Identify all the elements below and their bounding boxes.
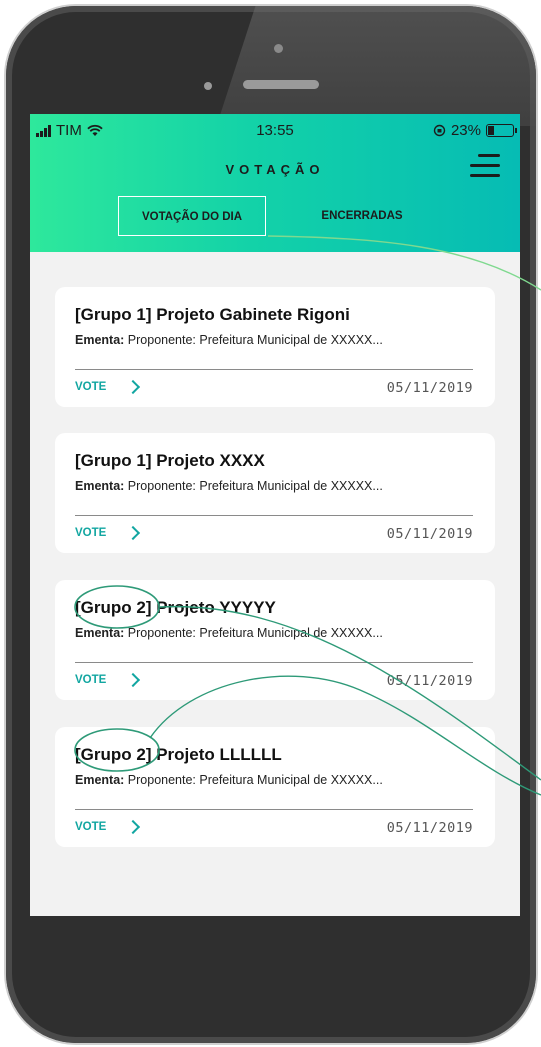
status-bar: TIM 13:55 23% <box>30 120 520 144</box>
earpiece-speaker <box>243 80 319 89</box>
project-date: 05/11/2019 <box>386 820 473 836</box>
chevron-right-icon <box>126 819 141 835</box>
project-date: 05/11/2019 <box>386 380 473 396</box>
phone-glare <box>216 6 536 126</box>
project-ementa: Ementa: Proponente: Prefeitura Municipal… <box>75 479 383 493</box>
project-date: 05/11/2019 <box>386 526 473 542</box>
orientation-lock-icon <box>433 124 446 137</box>
vote-button[interactable]: VOTE <box>75 379 141 395</box>
project-title: [Grupo 1] Projeto Gabinete Rigoni <box>75 305 350 324</box>
chevron-right-icon <box>126 525 141 541</box>
battery-icon <box>486 124 517 137</box>
project-ementa: Ementa: Proponente: Prefeitura Municipal… <box>75 333 383 347</box>
project-card[interactable]: [Grupo 2] Projeto YYYYY Ementa: Proponen… <box>55 580 495 700</box>
tab-votacao-do-dia[interactable]: VOTAÇÃO DO DIA <box>118 196 266 236</box>
app-screen: TIM 13:55 23% VOTAÇÃO VOTAÇÃO DO DIA ENC… <box>30 114 520 916</box>
hamburger-menu-icon[interactable] <box>470 154 500 178</box>
proximity-sensor <box>204 82 212 90</box>
vote-button[interactable]: VOTE <box>75 819 141 835</box>
page-title: VOTAÇÃO <box>225 162 325 177</box>
app-header: TIM 13:55 23% VOTAÇÃO VOTAÇÃO DO DIA ENC… <box>30 114 520 252</box>
front-camera <box>274 44 283 53</box>
chevron-right-icon <box>126 672 141 688</box>
vote-button[interactable]: VOTE <box>75 672 141 688</box>
project-title: [Grupo 2] Projeto YYYYY <box>75 598 276 617</box>
divider <box>75 369 473 370</box>
chevron-right-icon <box>126 379 141 395</box>
project-title: [Grupo 2] Projeto LLLLLL <box>75 745 282 764</box>
project-title: [Grupo 1] Projeto XXXX <box>75 451 265 470</box>
vote-button[interactable]: VOTE <box>75 525 141 541</box>
divider <box>75 662 473 663</box>
divider <box>75 515 473 516</box>
project-ementa: Ementa: Proponente: Prefeitura Municipal… <box>75 773 383 787</box>
tab-encerradas[interactable]: ENCERRADAS <box>302 196 422 236</box>
project-card[interactable]: [Grupo 1] Projeto Gabinete Rigoni Ementa… <box>55 287 495 407</box>
divider <box>75 809 473 810</box>
battery-percent: 23% <box>450 122 481 139</box>
project-card[interactable]: [Grupo 1] Projeto XXXX Ementa: Proponent… <box>55 433 495 553</box>
project-date: 05/11/2019 <box>386 673 473 689</box>
project-card[interactable]: [Grupo 2] Projeto LLLLLL Ementa: Propone… <box>55 727 495 847</box>
project-ementa: Ementa: Proponente: Prefeitura Municipal… <box>75 626 383 640</box>
